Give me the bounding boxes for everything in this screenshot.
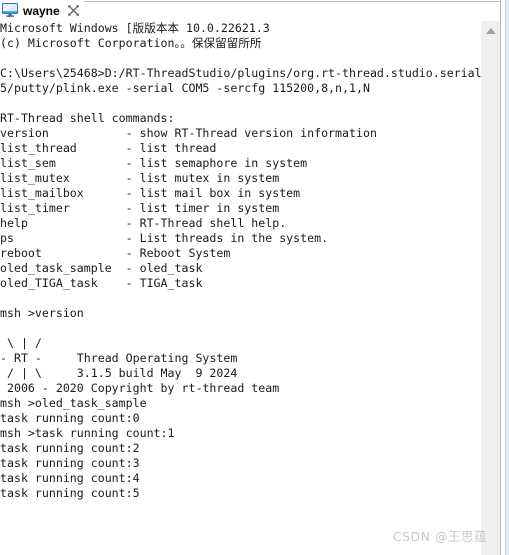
console-output-area[interactable]: Microsoft Windows [版版本本 10.0.22621.3 (c)… <box>0 21 481 555</box>
close-icon[interactable] <box>67 4 80 17</box>
monitor-terminal-icon <box>2 3 18 17</box>
window-right-frame <box>500 0 509 555</box>
console-text: Microsoft Windows [版版本本 10.0.22621.3 (c)… <box>0 21 481 500</box>
tab-wayne[interactable]: wayne <box>0 0 84 21</box>
watermark: CSDN @王思蕴 <box>392 529 487 544</box>
vertical-scrollbar[interactable] <box>481 21 500 555</box>
tab-label: wayne <box>23 3 60 18</box>
tab-bar-empty-area <box>82 1 509 20</box>
scroll-up-arrow-icon <box>485 27 496 34</box>
window-right-frame-edge <box>505 0 509 555</box>
tab-bar: wayne <box>0 0 509 21</box>
scrollbar-track[interactable] <box>481 40 500 555</box>
scroll-up-button[interactable] <box>481 21 500 40</box>
terminal-window: wayne Microsoft Windows [版版本本 10.0.22621… <box>0 0 509 555</box>
